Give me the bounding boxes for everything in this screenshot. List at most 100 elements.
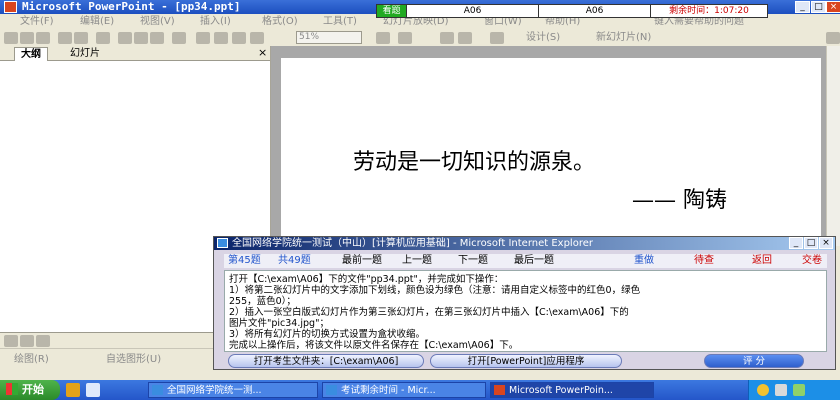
standard-toolbar: 51% 设计(S) 新幻灯片(N) bbox=[0, 30, 840, 47]
slide-editing-area: 劳动是一切知识的源泉。 —— 陶铸 bbox=[271, 46, 840, 242]
taskbar-item-powerpoint[interactable]: Microsoft PowerPoin... bbox=[490, 382, 654, 398]
menu-edit[interactable]: 编辑(E) bbox=[80, 14, 114, 30]
chart-icon[interactable] bbox=[196, 32, 210, 44]
print-icon[interactable] bbox=[58, 32, 72, 44]
last-question-link[interactable]: 最后一题 bbox=[514, 254, 554, 268]
volume-icon[interactable] bbox=[775, 384, 787, 396]
instruction-line: 3）将所有幻灯片的切换方式设置为盒状收缩。 bbox=[229, 329, 426, 340]
open-powerpoint-button[interactable]: 打开[PowerPoint]应用程序 bbox=[430, 354, 622, 368]
dialog-maximize-button[interactable]: □ bbox=[804, 237, 818, 249]
tab-outline[interactable]: 大纲 bbox=[14, 47, 48, 61]
prev-question-link[interactable]: 上一题 bbox=[402, 254, 432, 268]
copy-icon[interactable] bbox=[134, 32, 148, 44]
first-question-link[interactable]: 最前一题 bbox=[342, 254, 382, 268]
dialog-minimize-button[interactable]: _ bbox=[789, 237, 803, 249]
submit-link[interactable]: 交卷 bbox=[802, 254, 822, 268]
start-button[interactable]: 开始 bbox=[0, 380, 60, 400]
help-icon[interactable] bbox=[376, 32, 390, 44]
quicklaunch-icon[interactable] bbox=[66, 383, 80, 397]
undo-icon[interactable] bbox=[150, 32, 164, 44]
system-tray bbox=[748, 380, 840, 400]
instruction-line: 图片文件"pic34.jpg"； bbox=[229, 318, 329, 329]
taskbar-item-exam[interactable]: 全国网络学院统一测... bbox=[148, 382, 318, 398]
tab-slides[interactable]: 幻灯片 bbox=[64, 47, 106, 60]
align-icon[interactable] bbox=[440, 32, 454, 44]
network-icon[interactable] bbox=[793, 384, 805, 396]
instruction-line: 1）将第二张幻灯片中的文字添加下划线，颜色设为绿色（注意：请用自定义标签中的红色… bbox=[229, 285, 641, 296]
question-navigation: 第45题 共49题 最前一题 上一题 下一题 最后一题 重做 待查 返回 交卷 bbox=[224, 254, 827, 268]
drawing-toolbar: 绘图(R) 自选图形(U) bbox=[0, 348, 213, 371]
draw-menu-button[interactable]: 绘图(R) bbox=[14, 352, 49, 368]
powerpoint-icon bbox=[494, 385, 505, 395]
autoshapes-button[interactable]: 自选图形(U) bbox=[106, 352, 161, 368]
window-title: Microsoft PowerPoint - [pp34.ppt] bbox=[22, 0, 241, 13]
redo-link[interactable]: 重做 bbox=[634, 254, 654, 268]
spell-icon[interactable] bbox=[96, 32, 110, 44]
font-icon[interactable] bbox=[398, 32, 412, 44]
question-instructions: 打开【C:\exam\A06】下的文件"pp34.ppt"，并完成如下操作： 1… bbox=[224, 270, 827, 352]
tray-icon[interactable] bbox=[757, 384, 769, 396]
normal-view-icon[interactable] bbox=[4, 335, 18, 347]
maximize-button[interactable]: □ bbox=[811, 1, 826, 13]
menu-format[interactable]: 格式(O) bbox=[262, 14, 298, 30]
cut-icon[interactable] bbox=[118, 32, 132, 44]
taskbar: 开始 全国网络学院统一测... 考试剩余时间 - Micr... Microso… bbox=[0, 380, 840, 400]
slide-canvas[interactable]: 劳动是一切知识的源泉。 —— 陶铸 bbox=[281, 58, 821, 242]
dialog-title: 全国网络学院统一测试（中山）[计算机应用基础] - Microsoft Inte… bbox=[232, 238, 593, 249]
menu-tools[interactable]: 工具(T) bbox=[323, 14, 357, 30]
question-number: 第45题 bbox=[228, 255, 261, 266]
instruction-line: 完成以上操作后，将该文件以原文件名保存在【C:\exam\A06】下。 bbox=[229, 340, 519, 351]
dialog-title-bar: 全国网络学院统一测试（中山）[计算机应用基础] - Microsoft Inte… bbox=[214, 237, 835, 250]
ie-icon bbox=[217, 238, 228, 248]
exam-field-2: A06 bbox=[539, 5, 651, 17]
grid-icon[interactable] bbox=[232, 32, 246, 44]
close-button[interactable]: × bbox=[826, 1, 840, 13]
exam-status-banner: 看题 A06 A06 剩余时间：1:07:20 bbox=[376, 4, 768, 18]
next-question-link[interactable]: 下一题 bbox=[458, 254, 488, 268]
minimize-button[interactable]: _ bbox=[795, 1, 810, 13]
instruction-line: 打开【C:\exam\A06】下的文件"pp34.ppt"，并完成如下操作： bbox=[229, 274, 504, 285]
dialog-close-button[interactable]: × bbox=[819, 237, 833, 249]
open-exam-folder-button[interactable]: 打开考生文件夹：[C:\exam\A06] bbox=[228, 354, 424, 368]
taskbar-item-label: Microsoft PowerPoin... bbox=[509, 385, 613, 396]
slide-quote-text[interactable]: 劳动是一切知识的源泉。 bbox=[353, 144, 595, 176]
sorter-view-icon[interactable] bbox=[20, 335, 34, 347]
view-question-button[interactable]: 看题 bbox=[377, 5, 407, 17]
taskbar-item-label: 全国网络学院统一测... bbox=[167, 385, 262, 396]
color-icon[interactable] bbox=[250, 32, 264, 44]
toolbar-options-icon[interactable] bbox=[826, 32, 840, 44]
zoom-select[interactable]: 51% bbox=[296, 31, 362, 44]
slide-author-text[interactable]: —— 陶铸 bbox=[632, 182, 727, 214]
back-link[interactable]: 返回 bbox=[752, 254, 772, 268]
new-slide-button[interactable]: 新幻灯片(N) bbox=[596, 30, 651, 46]
ie-icon bbox=[326, 385, 337, 395]
slideshow-view-icon[interactable] bbox=[36, 335, 50, 347]
new-icon[interactable] bbox=[4, 32, 18, 44]
menu-insert[interactable]: 插入(I) bbox=[200, 14, 231, 30]
bullet-icon[interactable] bbox=[458, 32, 472, 44]
indent-icon[interactable] bbox=[490, 32, 504, 44]
design-button[interactable]: 设计(S) bbox=[526, 30, 560, 46]
outline-tabs: 大纲 幻灯片 × bbox=[0, 46, 270, 61]
close-pane-icon[interactable]: × bbox=[258, 46, 267, 59]
instruction-line: 2）插入一张空白版式幻灯片作为第三张幻灯片，在第三张幻灯片中插入【C:\exam… bbox=[229, 307, 629, 318]
windows-logo-icon bbox=[6, 383, 18, 395]
exam-question-dialog: 全国网络学院统一测试（中山）[计算机应用基础] - Microsoft Inte… bbox=[213, 236, 836, 370]
table-icon[interactable] bbox=[214, 32, 228, 44]
open-icon[interactable] bbox=[20, 32, 34, 44]
question-total: 共49题 bbox=[278, 255, 311, 266]
redo-icon[interactable] bbox=[172, 32, 186, 44]
taskbar-item-timer[interactable]: 考试剩余时间 - Micr... bbox=[322, 382, 486, 398]
review-link[interactable]: 待查 bbox=[694, 254, 714, 268]
save-icon[interactable] bbox=[36, 32, 50, 44]
score-button[interactable]: 评 分 bbox=[704, 354, 804, 368]
preview-icon[interactable] bbox=[74, 32, 88, 44]
powerpoint-app-icon bbox=[4, 1, 17, 13]
menu-view[interactable]: 视图(V) bbox=[140, 14, 175, 30]
show-desktop-icon[interactable] bbox=[86, 383, 100, 397]
taskbar-item-label: 考试剩余时间 - Micr... bbox=[341, 385, 436, 396]
start-label: 开始 bbox=[22, 383, 44, 396]
vertical-scrollbar[interactable] bbox=[826, 46, 840, 246]
menu-file[interactable]: 文件(F) bbox=[20, 14, 54, 30]
instruction-line: 255，蓝色0）； bbox=[229, 296, 296, 307]
